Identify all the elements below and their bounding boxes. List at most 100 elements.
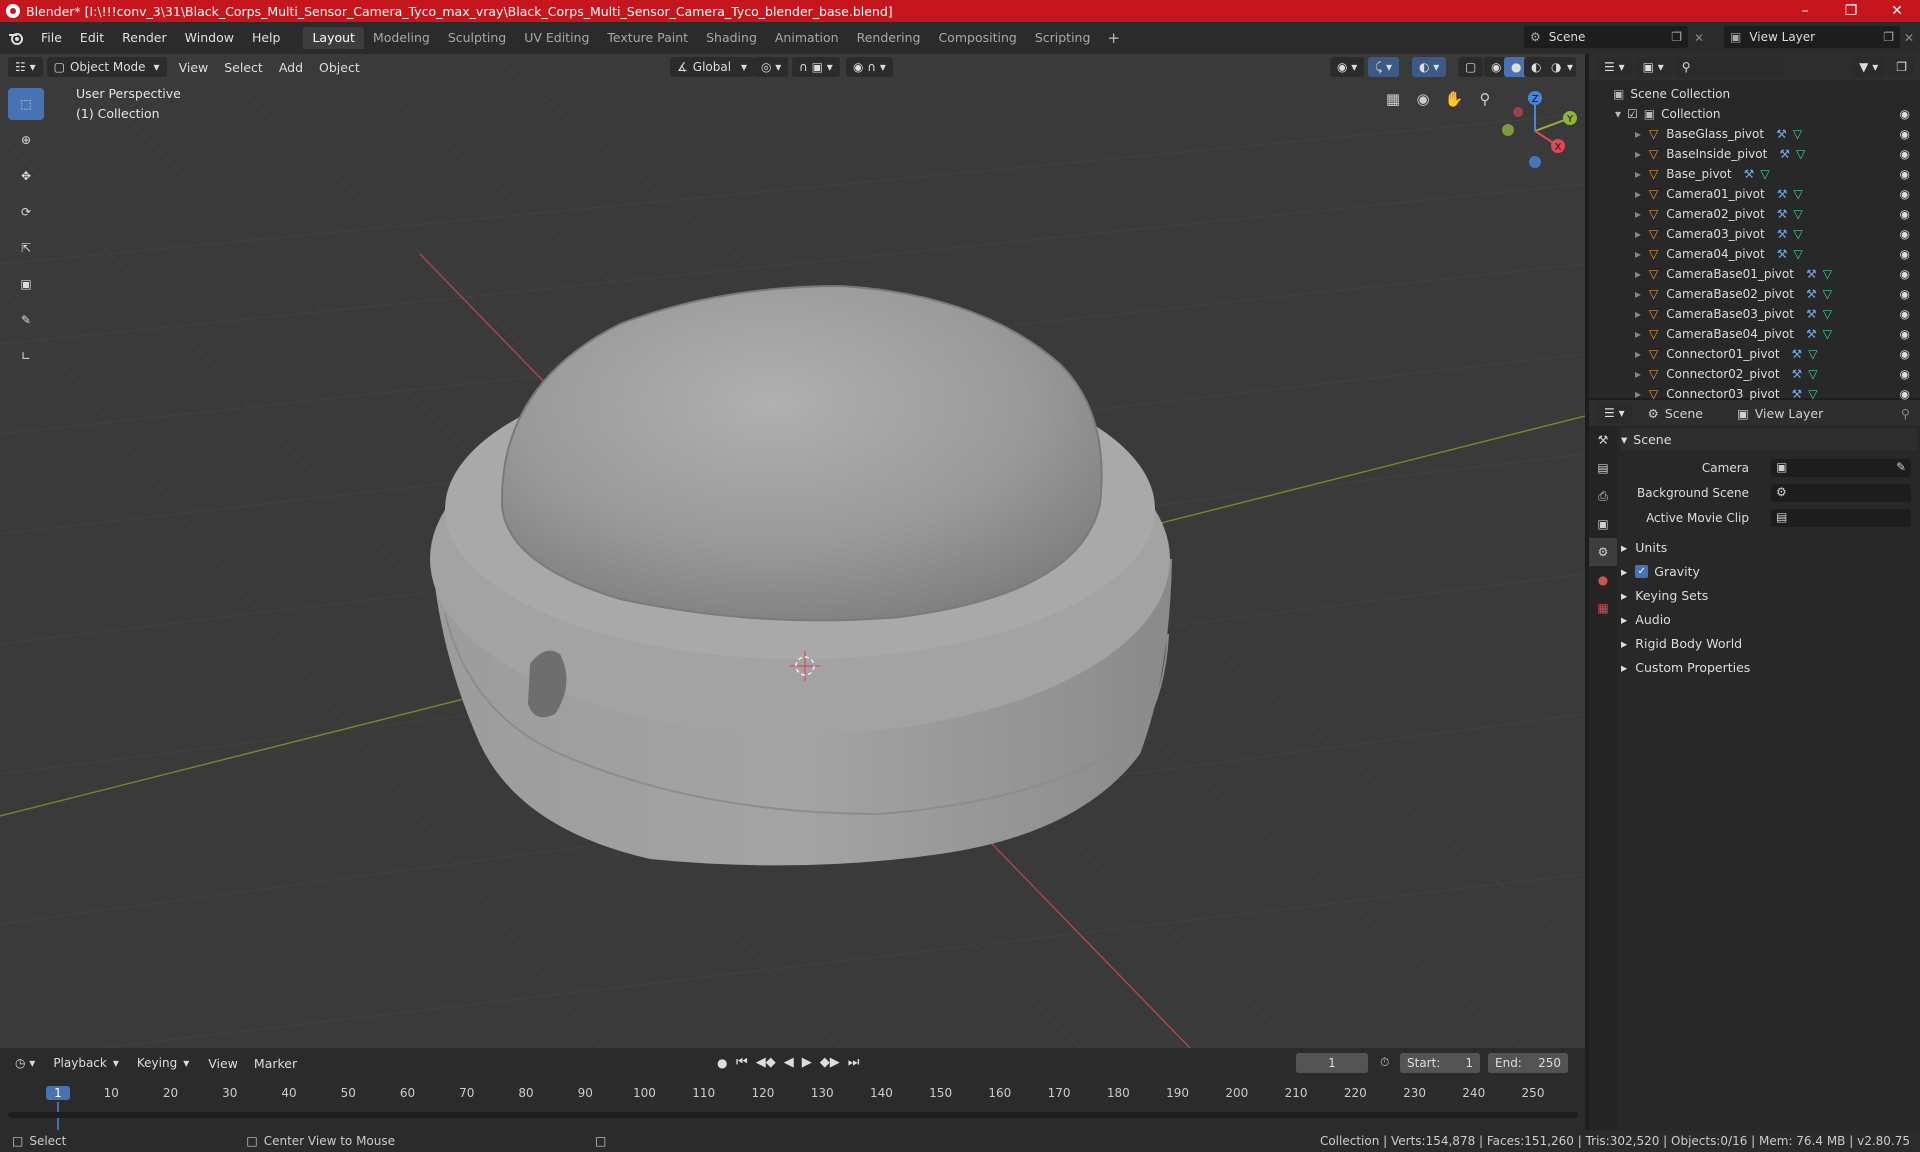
tab-modeling[interactable]: Modeling	[364, 27, 439, 49]
viewport-menu-add[interactable]: Add	[271, 60, 311, 75]
minimize-icon[interactable]: –	[1782, 0, 1828, 22]
modifier-wrench-icon[interactable]: ⚒	[1744, 167, 1755, 181]
xray-icon[interactable]: ▢	[1458, 57, 1484, 77]
scene-tab-label[interactable]: Scene	[1665, 406, 1703, 421]
rigid-body-world-section[interactable]: ▸ Rigid Body World	[1621, 632, 1917, 654]
background-scene-field[interactable]: ⚙	[1771, 484, 1911, 502]
modifier-wrench-icon[interactable]: ⚒	[1806, 267, 1817, 281]
expand-arrow-icon[interactable]: ▸	[1635, 367, 1641, 381]
start-frame-field[interactable]: Start: 1	[1400, 1053, 1480, 1073]
viewport-menu-select[interactable]: Select	[216, 60, 271, 75]
record-icon[interactable]: ●	[710, 1053, 735, 1073]
modifier-wrench-icon[interactable]: ⚒	[1777, 187, 1788, 201]
modifier-wrench-icon[interactable]: ⚒	[1806, 287, 1817, 301]
eye-icon[interactable]: ◉	[1900, 107, 1910, 121]
delete-scene-icon[interactable]: ✕	[1694, 31, 1704, 45]
expand-arrow-icon[interactable]: ▸	[1635, 387, 1641, 401]
eyedropper-icon[interactable]: ✎	[1896, 460, 1906, 474]
jump-start-icon[interactable]: ⏮	[736, 1055, 748, 1070]
mesh-data-icon[interactable]: ▽	[1794, 187, 1803, 201]
end-frame-field[interactable]: End: 250	[1488, 1053, 1568, 1073]
play-reverse-icon[interactable]: ◀	[784, 1055, 794, 1070]
outliner-item[interactable]: ▸ ▽ Camera02_pivot ⚒ ▽ ◉	[1589, 204, 1920, 224]
outliner-item[interactable]: ▸ ▽ Base_pivot ⚒ ▽ ◉	[1589, 164, 1920, 184]
tab-compositing[interactable]: Compositing	[929, 27, 1025, 49]
eye-icon[interactable]: ◉	[1900, 387, 1910, 401]
expand-arrow-icon[interactable]: ▸	[1635, 227, 1641, 241]
outliner-collection[interactable]: ▾ ☑ ▣ Collection ◉	[1589, 104, 1920, 124]
pivot-point-icon[interactable]: ◎ ▾	[754, 57, 789, 77]
menu-file[interactable]: File	[32, 22, 71, 54]
timeline-view-menu[interactable]: View	[200, 1056, 246, 1071]
outliner-search-input[interactable]: ⚲	[1674, 57, 1785, 77]
outliner-item[interactable]: ▸ ▽ CameraBase02_pivot ⚒ ▽ ◉	[1589, 284, 1920, 304]
eye-icon[interactable]: ◉	[1900, 167, 1910, 181]
modifier-wrench-icon[interactable]: ⚒	[1806, 307, 1817, 321]
new-view-layer-icon[interactable]: ❐	[1883, 30, 1894, 44]
tab-shading[interactable]: Shading	[697, 27, 766, 49]
modifier-wrench-icon[interactable]: ⚒	[1792, 387, 1803, 401]
camera-field[interactable]: ▣ ✎	[1771, 459, 1911, 477]
eye-icon[interactable]: ◉	[1900, 287, 1910, 301]
play-icon[interactable]: ▶	[802, 1055, 812, 1070]
modifier-wrench-icon[interactable]: ⚒	[1792, 367, 1803, 381]
eye-icon[interactable]: ◉	[1900, 127, 1910, 141]
active-movie-clip-field[interactable]: ▤	[1771, 509, 1911, 527]
tab-rendering[interactable]: Rendering	[848, 27, 930, 49]
outliner-item[interactable]: ▸ ▽ Connector02_pivot ⚒ ▽ ◉	[1589, 364, 1920, 384]
outliner-scene-collection[interactable]: ▣ Scene Collection	[1589, 84, 1920, 104]
display-mode-icon[interactable]: ▣ ▾	[1635, 57, 1671, 77]
units-section[interactable]: ▸ Units	[1621, 536, 1917, 558]
overlay-toggle-icon[interactable]: ◐ ▾	[1412, 57, 1447, 77]
delete-view-layer-icon[interactable]: ✕	[1904, 31, 1914, 45]
move-icon[interactable]: ✥	[8, 160, 44, 192]
eye-icon[interactable]: ◉	[1900, 267, 1910, 281]
measure-icon[interactable]: ∟	[8, 340, 44, 372]
expand-arrow-icon[interactable]: ▸	[1635, 267, 1641, 281]
outliner-item[interactable]: ▸ ▽ CameraBase01_pivot ⚒ ▽ ◉	[1589, 264, 1920, 284]
outliner-editor-type-icon[interactable]: ☰ ▾	[1597, 57, 1632, 77]
expand-arrow-icon[interactable]: ▸	[1635, 327, 1641, 341]
expand-arrow-icon[interactable]: ▸	[1635, 187, 1641, 201]
mesh-data-icon[interactable]: ▽	[1808, 387, 1817, 401]
timer-icon[interactable]: ⏱	[1380, 1055, 1389, 1070]
eye-icon[interactable]: ◉	[1900, 227, 1910, 241]
mesh-data-icon[interactable]: ▽	[1794, 207, 1803, 221]
toggle-camera-grid-icon[interactable]: ▦	[1380, 86, 1406, 112]
eye-icon[interactable]: ◉	[1900, 147, 1910, 161]
modifier-wrench-icon[interactable]: ⚒	[1777, 207, 1788, 221]
gravity-section[interactable]: ▸ ✓ Gravity	[1621, 560, 1917, 582]
viewport-menu-object[interactable]: Object	[311, 60, 368, 75]
current-frame-field[interactable]: 1	[1296, 1053, 1368, 1073]
keying-sets-section[interactable]: ▸ Keying Sets	[1621, 584, 1917, 606]
expand-arrow-icon[interactable]: ▸	[1635, 347, 1641, 361]
expand-arrow-icon[interactable]: ▸	[1635, 147, 1641, 161]
outliner-item[interactable]: ▸ ▽ CameraBase04_pivot ⚒ ▽ ◉	[1589, 324, 1920, 344]
modifier-wrench-icon[interactable]: ⚒	[1777, 247, 1788, 261]
eye-icon[interactable]: ◉	[1900, 347, 1910, 361]
new-scene-icon[interactable]: ❐	[1671, 30, 1682, 44]
expand-arrow-icon[interactable]: ▸	[1635, 247, 1641, 261]
snap-icon[interactable]: ∩ ▣ ▾	[792, 57, 840, 77]
blender-menu-icon[interactable]	[0, 31, 32, 45]
rotate-icon[interactable]: ⟳	[8, 196, 44, 228]
annotate-icon[interactable]: ✎	[8, 304, 44, 336]
mesh-data-icon[interactable]: ▽	[1796, 147, 1805, 161]
view-layer-tab-label[interactable]: View Layer	[1755, 406, 1824, 421]
scene-props-icon[interactable]: ⚙	[1589, 538, 1617, 566]
eye-icon[interactable]: ◉	[1900, 187, 1910, 201]
menu-render[interactable]: Render	[113, 22, 176, 54]
gizmo-toggle-icon[interactable]: ⤹ ▾	[1368, 57, 1400, 77]
editor-type-icon[interactable]: ☷ ▾	[8, 57, 43, 77]
expand-arrow-icon[interactable]: ▸	[1635, 127, 1641, 141]
view-layer-selector[interactable]: ▣ View Layer ❐	[1724, 26, 1900, 48]
properties-editor-type-icon[interactable]: ☰ ▾	[1597, 403, 1632, 423]
tab-scripting[interactable]: Scripting	[1026, 27, 1100, 49]
eye-icon[interactable]: ◉	[1900, 327, 1910, 341]
navigation-gizmo[interactable]: Z Y X	[1490, 86, 1580, 176]
3d-viewport[interactable]: ☷ ▾ ▢ Object Mode ▾ View Select Add Obje…	[0, 54, 1585, 1048]
modifier-wrench-icon[interactable]: ⚒	[1792, 347, 1803, 361]
mesh-data-icon[interactable]: ▽	[1794, 247, 1803, 261]
add-workspace-icon[interactable]: +	[1099, 29, 1128, 47]
timeline-ruler[interactable]: 1 10 20 30 40 50 60 70 80 90 100 110 120 130 140 150 160…	[8, 1084, 1578, 1132]
